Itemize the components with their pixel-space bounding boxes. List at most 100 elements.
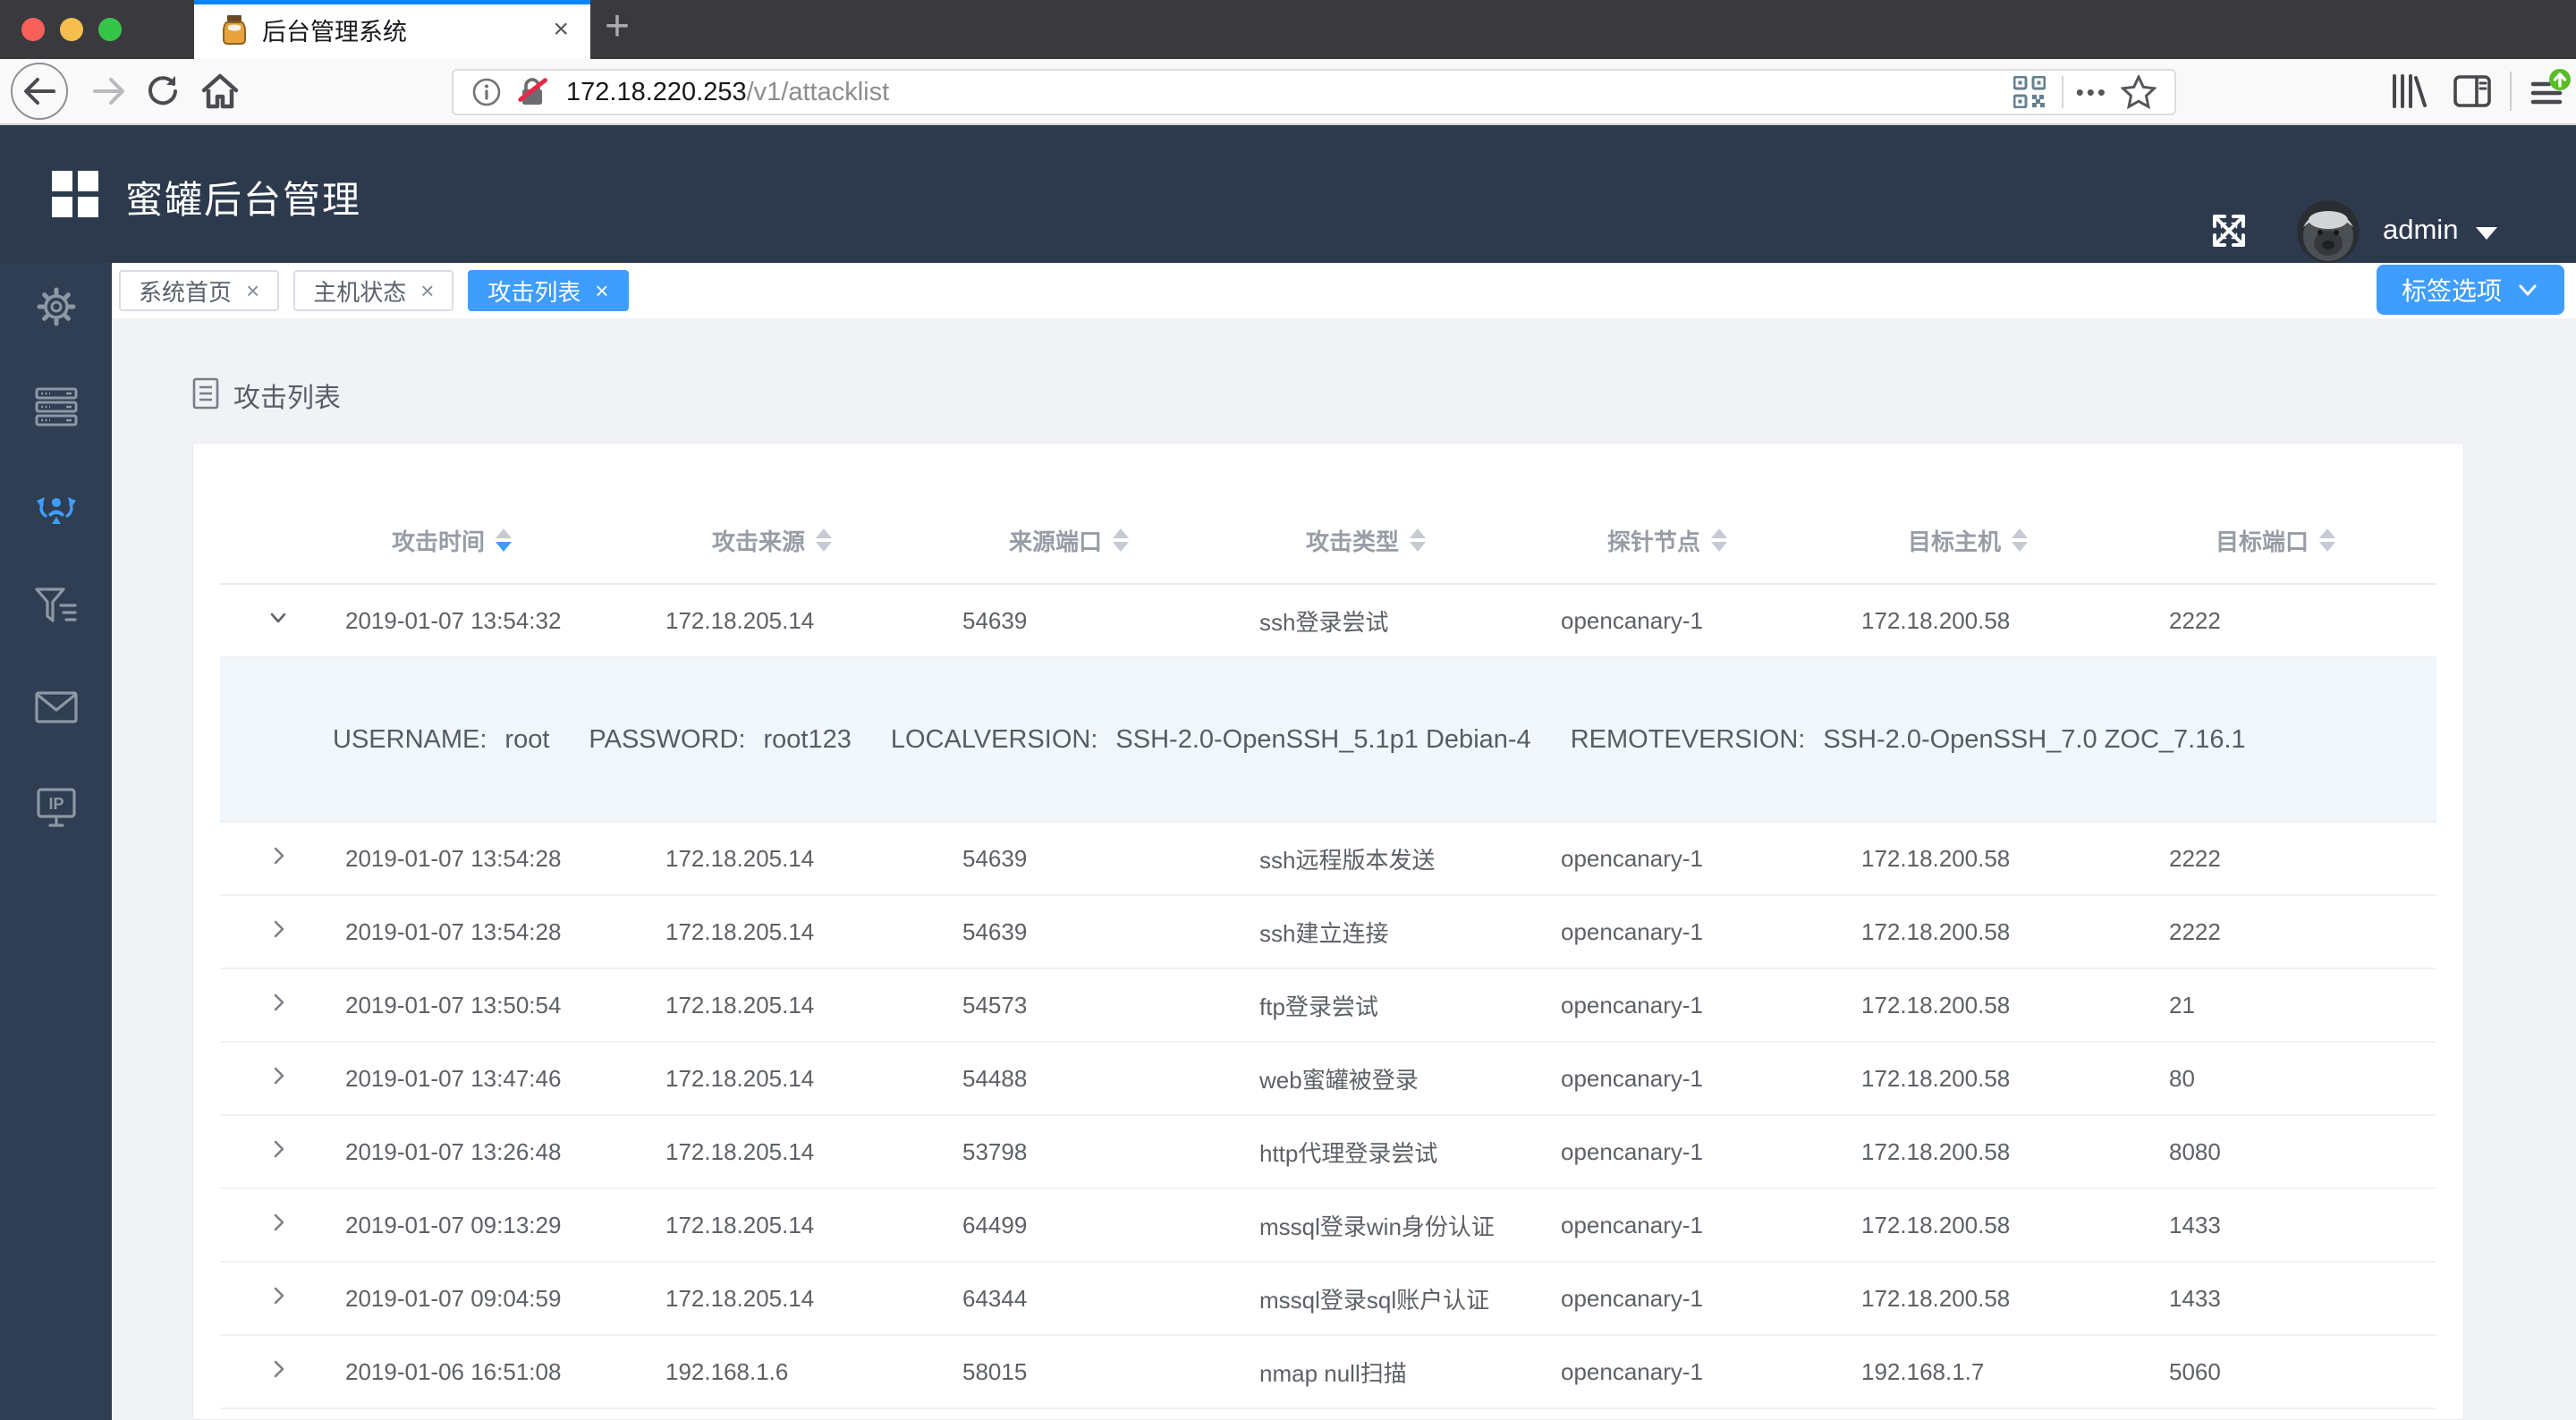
expand-row-icon[interactable] xyxy=(267,1137,290,1161)
table-row[interactable]: 2019-01-07 13:47:46 172.18.205.14 54488 web… xyxy=(220,1043,2436,1116)
menu-icon[interactable] xyxy=(2522,59,2576,123)
table-body: 2019-01-07 13:54:32 172.18.205.14 54639 ssh… xyxy=(220,585,2436,1409)
sort-arrows-icon[interactable] xyxy=(2012,528,2029,552)
collapse-row-icon[interactable] xyxy=(267,606,290,630)
tab-close-icon[interactable]: × xyxy=(553,14,569,45)
username-label[interactable]: admin xyxy=(2383,214,2458,246)
tag-chip-2[interactable]: 主机状态 × xyxy=(293,270,454,311)
column-header-target_port[interactable]: 目标端口 xyxy=(2216,524,2463,557)
cell-source_port: 54639 xyxy=(962,606,1028,634)
table-row[interactable]: 2019-01-07 13:54:32 172.18.205.14 54639 ssh… xyxy=(220,585,2436,658)
bookmark-star-icon[interactable] xyxy=(2121,75,2157,109)
back-button[interactable] xyxy=(11,63,68,120)
cell-target_port: 8080 xyxy=(2169,1137,2221,1165)
column-header-label: 攻击类型 xyxy=(1306,528,1400,555)
url-bar[interactable]: 172.18.220.253/v1/attacklist ••• xyxy=(452,69,2176,115)
cell-target_host: 192.168.1.7 xyxy=(1861,1357,1985,1385)
tag-chip-close-icon[interactable]: × xyxy=(246,277,259,305)
table-row[interactable]: 2019-01-07 13:26:48 172.18.205.14 53798 htt… xyxy=(220,1116,2436,1189)
detail-label: PASSWORD: xyxy=(589,724,746,754)
close-window-button[interactable] xyxy=(21,18,45,41)
cell-attack_type: ssh登录尝试 xyxy=(1259,608,1389,636)
app-header: 蜜罐后台管理 admin xyxy=(0,125,2576,263)
page-actions-icon[interactable]: ••• xyxy=(2076,79,2108,106)
column-header-probe_node[interactable]: 探针节点 xyxy=(1607,524,1908,557)
ip-board-icon: IP xyxy=(34,786,79,833)
user-dropdown-caret-icon[interactable] xyxy=(2476,227,2497,240)
sidebar-toggle-icon[interactable] xyxy=(2444,59,2501,123)
tag-options-button[interactable]: 标签选项 xyxy=(2376,265,2564,315)
table-row[interactable]: 2019-01-06 16:51:08 192.168.1.6 58015 nmap … xyxy=(220,1336,2436,1409)
sidebar-item-attack-list[interactable] xyxy=(0,480,112,537)
tags-bar-chips: 系统首页 × 主机状态 × 攻击列表 × xyxy=(119,270,629,311)
user-avatar[interactable] xyxy=(2297,200,2360,263)
column-header-target_host[interactable]: 目标主机 xyxy=(1908,524,2216,557)
tag-chip-close-icon[interactable]: × xyxy=(420,277,434,305)
zoom-window-button[interactable] xyxy=(98,18,122,41)
expand-row-icon[interactable] xyxy=(267,1357,290,1381)
column-header-label: 目标主机 xyxy=(1908,528,2002,555)
sidebar-nav: IP xyxy=(0,263,112,1420)
cell-attack_type: nmap null扫描 xyxy=(1259,1359,1407,1387)
browser-tab[interactable]: 后台管理系统 × xyxy=(194,0,590,59)
cell-attack_type: ftp登录尝试 xyxy=(1259,993,1378,1020)
tag-chip-label: 主机状态 xyxy=(313,278,407,306)
site-info-icon[interactable] xyxy=(471,77,502,107)
column-header-attack_time[interactable]: 攻击时间 xyxy=(392,524,712,557)
reload-button[interactable] xyxy=(134,59,191,123)
column-header-label: 目标端口 xyxy=(2216,528,2309,555)
cell-attack_time: 2019-01-07 13:54:28 xyxy=(345,844,562,872)
sort-arrows-icon[interactable] xyxy=(2319,528,2336,552)
sidebar-item-settings[interactable] xyxy=(0,280,112,337)
sort-arrows-icon[interactable] xyxy=(496,528,513,552)
sidebar-item-probes[interactable] xyxy=(0,380,112,437)
table-row[interactable]: 2019-01-07 13:54:28 172.18.205.14 54639 ssh… xyxy=(220,823,2436,896)
sidebar-item-filter[interactable] xyxy=(0,580,112,638)
cell-target_host: 172.18.200.58 xyxy=(1861,1211,2011,1238)
sort-arrows-icon[interactable] xyxy=(1113,528,1130,552)
cell-attack_time: 2019-01-07 13:54:32 xyxy=(345,606,562,634)
expand-row-icon[interactable] xyxy=(267,991,290,1014)
home-button[interactable] xyxy=(191,59,249,123)
cell-source_port: 54488 xyxy=(962,1064,1028,1092)
library-icon[interactable] xyxy=(2381,59,2435,123)
fullscreen-icon[interactable] xyxy=(2207,209,2250,257)
table-row[interactable]: 2019-01-07 09:13:29 172.18.205.14 64499 mss… xyxy=(220,1189,2436,1263)
table-row[interactable]: 2019-01-07 09:04:59 172.18.205.14 64344 mss… xyxy=(220,1263,2436,1336)
expand-row-icon[interactable] xyxy=(267,917,290,941)
column-header-attack_type[interactable]: 攻击类型 xyxy=(1306,524,1607,557)
column-header-attack_source[interactable]: 攻击来源 xyxy=(712,524,1009,557)
sort-arrows-icon[interactable] xyxy=(816,528,833,552)
cell-source_port: 64344 xyxy=(962,1284,1028,1312)
table-row[interactable]: 2019-01-07 13:54:28 172.18.205.14 54639 ssh… xyxy=(220,896,2436,969)
tag-chip-close-icon[interactable]: × xyxy=(595,277,608,305)
forward-button[interactable] xyxy=(82,59,136,123)
cell-attack_source: 172.18.205.14 xyxy=(665,606,815,634)
app-title: 蜜罐后台管理 xyxy=(125,179,362,221)
expand-row-icon[interactable] xyxy=(267,844,290,867)
cell-target_port: 80 xyxy=(2169,1064,2195,1092)
expand-row-icon[interactable] xyxy=(267,1064,290,1087)
qr-code-icon[interactable] xyxy=(2012,76,2046,108)
insecure-lock-icon[interactable] xyxy=(514,75,550,109)
minimize-window-button[interactable] xyxy=(60,18,83,41)
expand-row-icon[interactable] xyxy=(267,1284,290,1307)
sort-arrows-icon[interactable] xyxy=(1410,528,1427,552)
attack-table: 攻击时间 攻击来源 来源端口 攻击类型 探针节点 目标主机 目标端口 2019-01-07 … xyxy=(220,497,2436,1419)
new-tab-button[interactable]: + xyxy=(605,2,630,51)
column-header-label: 攻击来源 xyxy=(712,528,806,555)
expand-row-icon[interactable] xyxy=(267,1211,290,1234)
sidebar-item-mail[interactable] xyxy=(0,680,112,738)
cell-probe_node: opencanary-1 xyxy=(1561,1137,1703,1165)
sort-arrows-icon[interactable] xyxy=(1711,528,1728,552)
column-header-source_port[interactable]: 来源端口 xyxy=(1009,524,1306,557)
cell-source_port: 54639 xyxy=(962,844,1028,872)
cell-attack_type: mssql登录sql账户认证 xyxy=(1259,1286,1490,1314)
table-row[interactable]: 2019-01-07 13:50:54 172.18.205.14 54573 ftp… xyxy=(220,969,2436,1043)
app-logo-grid-icon[interactable] xyxy=(52,171,98,217)
gear-icon xyxy=(35,285,78,333)
attack-person-icon xyxy=(33,485,80,534)
tag-chip-3[interactable]: 攻击列表 × xyxy=(468,270,629,311)
tag-chip-1[interactable]: 系统首页 × xyxy=(119,270,280,311)
sidebar-item-ip[interactable]: IP xyxy=(0,781,112,838)
